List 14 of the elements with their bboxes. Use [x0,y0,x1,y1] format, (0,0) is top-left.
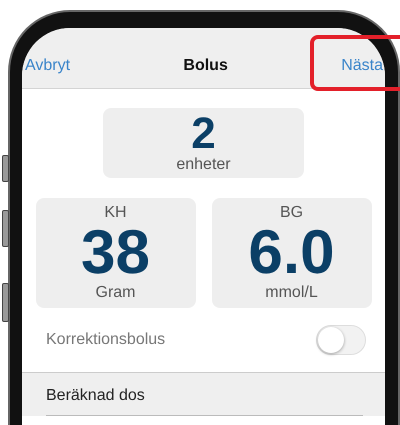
input-unit: Gram [96,284,136,302]
dose-value: 2 [191,112,216,156]
input-unit: mmol/L [265,284,318,302]
input-value: 38 [81,222,150,284]
dose-unit: enheter [176,156,231,174]
section-title: Beräknad dos [46,387,145,404]
input-card[interactable]: BG 6.0 mmol/L [212,198,372,308]
screen-title: Bolus [183,57,228,75]
input-card[interactable]: KH 38 Gram [36,198,196,308]
input-value: 6.0 [248,222,335,284]
toggle-switch[interactable] [316,325,366,355]
input-label: KH [104,204,127,222]
input-label: BG [280,204,304,222]
toggle-label: Korrektionsbolus [46,331,166,349]
